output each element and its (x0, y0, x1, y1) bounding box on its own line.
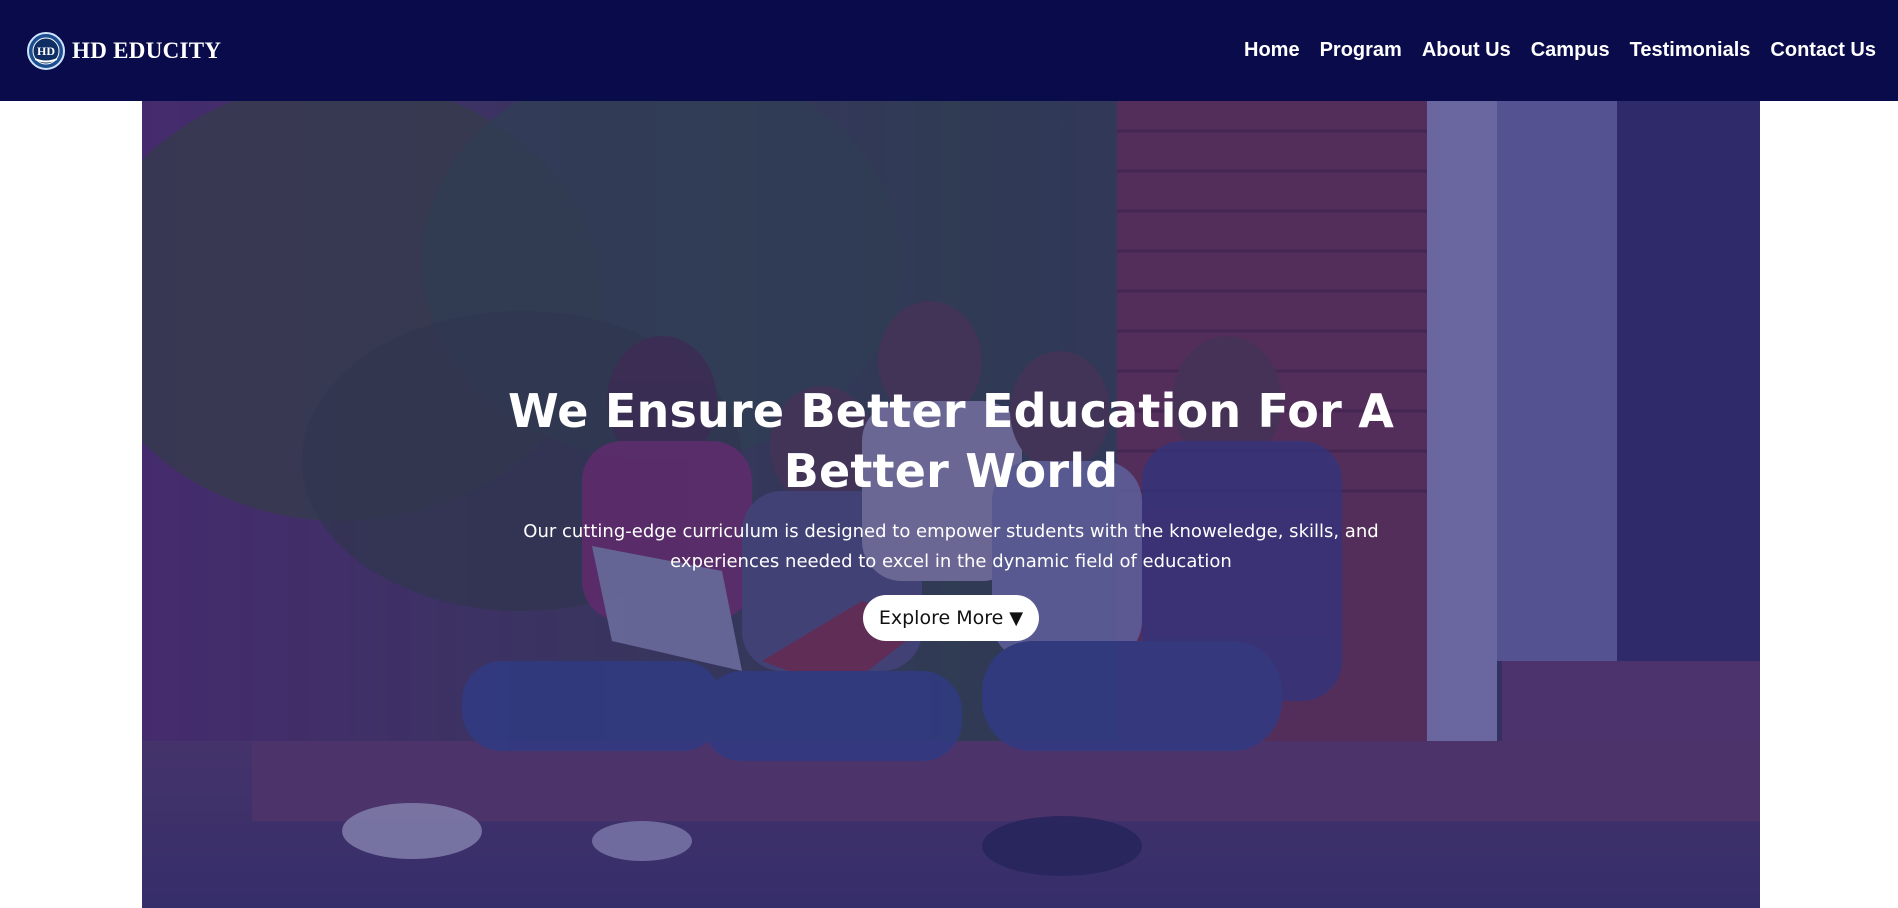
nav-item-about-us[interactable]: About Us (1422, 39, 1511, 62)
hero-section: We Ensure Better Education For A Better … (142, 101, 1760, 908)
brand-name: HD EDUCITY (72, 37, 222, 63)
main-nav: Home Program About Us Campus Testimonial… (1244, 39, 1876, 62)
logo-text: HD (37, 44, 55, 58)
caret-down-icon: ▼ (1009, 607, 1024, 629)
nav-item-campus[interactable]: Campus (1531, 39, 1610, 62)
hero-subtitle: Our cutting-edge curriculum is designed … (523, 521, 1379, 572)
hero-content: We Ensure Better Education For A Better … (142, 381, 1760, 641)
brand[interactable]: HD HD EDUCITY (26, 31, 221, 71)
nav-item-contact-us[interactable]: Contact Us (1770, 39, 1876, 62)
logo-icon: HD (27, 31, 65, 70)
nav-item-home[interactable]: Home (1244, 39, 1300, 62)
explore-more-label: Explore More (878, 607, 1004, 629)
navbar: HD HD EDUCITY Home Program About Us Camp… (0, 0, 1898, 101)
hero-title: We Ensure Better Education For A Better … (507, 384, 1395, 498)
nav-item-testimonials[interactable]: Testimonials (1630, 39, 1751, 62)
nav-item-program[interactable]: Program (1320, 39, 1402, 62)
explore-more-button[interactable]: Explore More ▼ (862, 595, 1040, 641)
